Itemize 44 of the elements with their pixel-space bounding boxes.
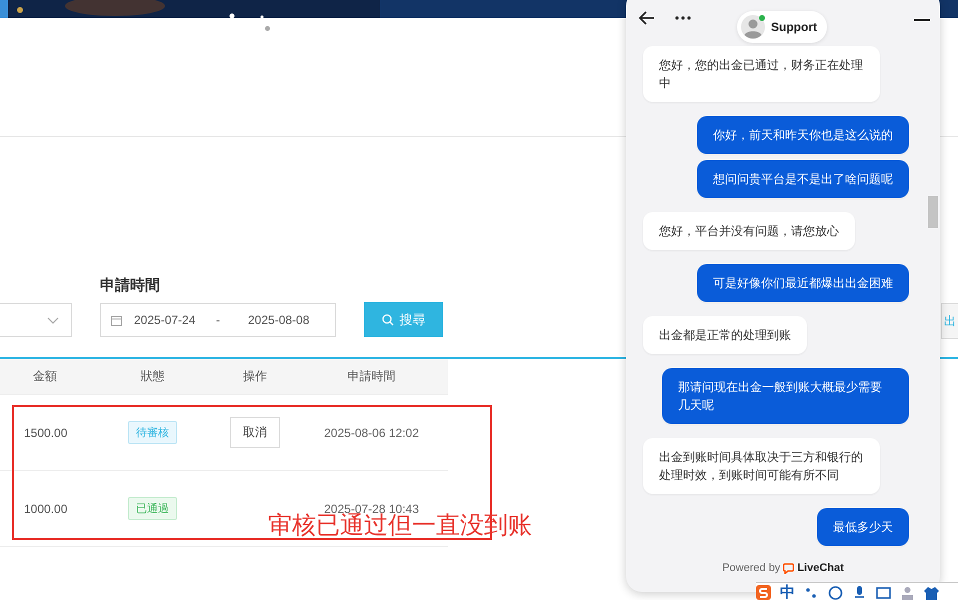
microphone-icon[interactable] bbox=[852, 584, 867, 600]
filter-label: 申請時間 bbox=[100, 276, 161, 295]
column-header: 申請時間 bbox=[346, 368, 396, 385]
sent-message: 想问问贵平台是不是出了啥问题呢 bbox=[697, 160, 909, 198]
shirt-icon[interactable] bbox=[924, 584, 939, 600]
sent-message: 你好，前天和昨天你也是这么说的 bbox=[697, 116, 909, 154]
dropdown-field[interactable] bbox=[0, 303, 72, 337]
received-message: 您好，平台并没有问题，请您放心 bbox=[643, 212, 855, 250]
time-cell-text: 2025-07-28 10:43 bbox=[324, 502, 420, 514]
keyboard-icon[interactable] bbox=[876, 584, 891, 600]
received-message: 您好，您的出金已通过，财务正在处理中 bbox=[643, 46, 880, 102]
column-header: 操作 bbox=[242, 368, 268, 385]
amount-cell-text: 1000.00 bbox=[23, 502, 68, 516]
avatar-icon bbox=[741, 15, 765, 39]
sent-message: 最低多少天 bbox=[817, 508, 909, 546]
column-header: 金額 bbox=[32, 368, 58, 385]
input-mode[interactable]: 中 bbox=[780, 582, 795, 600]
date-separator: - bbox=[216, 313, 221, 327]
amount-cell-text: 1500.00 bbox=[23, 426, 68, 440]
agent-name: Support bbox=[771, 20, 817, 34]
brand-name: LiveChat bbox=[797, 562, 844, 574]
chevron-down-icon bbox=[47, 316, 59, 324]
start-date: 2025-07-24 bbox=[134, 313, 196, 327]
time-cell-text: 2025-08-06 12:02 bbox=[323, 426, 420, 438]
scrollbar-thumb[interactable] bbox=[928, 196, 938, 228]
received-message: 出金都是正常的处理到账 bbox=[643, 316, 807, 354]
date-range-field[interactable]: 2025-07-24 - 2025-08-08 bbox=[100, 303, 336, 337]
ime-logo-icon[interactable] bbox=[756, 584, 771, 600]
column-header: 狀態 bbox=[140, 368, 166, 385]
calendar-icon bbox=[111, 314, 122, 326]
emoji-icon[interactable] bbox=[828, 584, 843, 600]
status-tag: 待審核 bbox=[128, 421, 177, 444]
search-icon bbox=[382, 314, 394, 326]
end-date: 2025-08-08 bbox=[248, 313, 310, 327]
cancel-button[interactable]: 取消 bbox=[230, 417, 280, 448]
status-tag: 已通過 bbox=[128, 497, 177, 520]
carousel-dot-icon[interactable] bbox=[265, 26, 270, 31]
minimize-icon[interactable] bbox=[914, 18, 930, 22]
sent-message: 那请问现在出金一般到账大概最少需要几天呢 bbox=[662, 368, 909, 424]
sent-message: 可是好像你们最近都爆出出金困难 bbox=[697, 264, 909, 302]
back-arrow-icon[interactable] bbox=[638, 9, 656, 27]
powered-by-text: Powered by bbox=[722, 562, 780, 574]
chat-bubble-icon bbox=[783, 562, 794, 574]
received-message: 出金到账时间具体取决于三方和银行的处理时效，到账时间可能有所不同 bbox=[643, 438, 880, 494]
